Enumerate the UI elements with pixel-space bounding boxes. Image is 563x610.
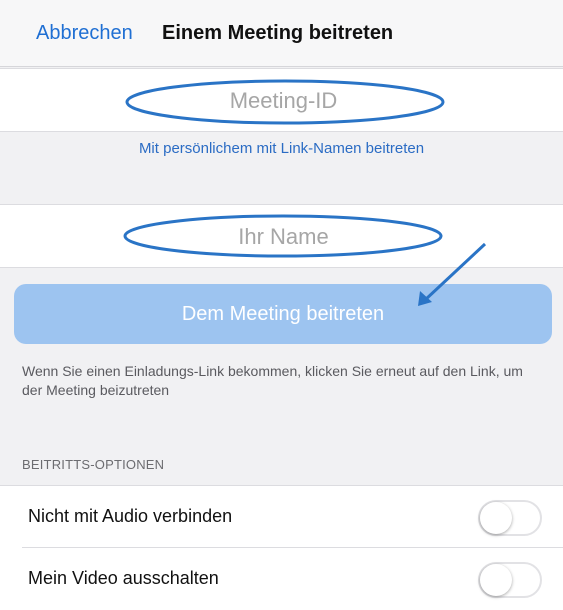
name-field-row (0, 204, 563, 269)
meeting-id-input[interactable] (0, 69, 563, 133)
no-audio-toggle[interactable] (478, 500, 542, 536)
join-options-header: BEITRITTS-OPTIONEN (22, 457, 165, 472)
personal-link-join-link[interactable]: Mit persönlichem mit Link-Namen beitrete… (0, 140, 563, 157)
video-off-toggle[interactable] (478, 562, 542, 598)
toggle-knob (480, 502, 512, 534)
meeting-id-field-row (0, 68, 563, 133)
toggle-knob (480, 564, 512, 596)
option-label-video-off: Mein Video ausschalten (28, 568, 219, 588)
option-label-no-audio: Nicht mit Audio verbinden (28, 506, 233, 526)
option-row-no-audio: Nicht mit Audio verbinden (0, 485, 563, 548)
name-input[interactable] (0, 205, 563, 269)
option-row-video-off: Mein Video ausschalten (0, 548, 563, 610)
join-meeting-button[interactable]: Dem Meeting beitreten (14, 284, 552, 344)
cancel-button[interactable]: Abbrechen (36, 22, 133, 45)
invite-link-hint: Wenn Sie einen Einladungs-Link bekommen,… (22, 363, 523, 398)
page-title: Einem Meeting beitreten (162, 22, 394, 44)
navigation-bar: Abbrechen Einem Meeting beitreten (0, 0, 563, 67)
